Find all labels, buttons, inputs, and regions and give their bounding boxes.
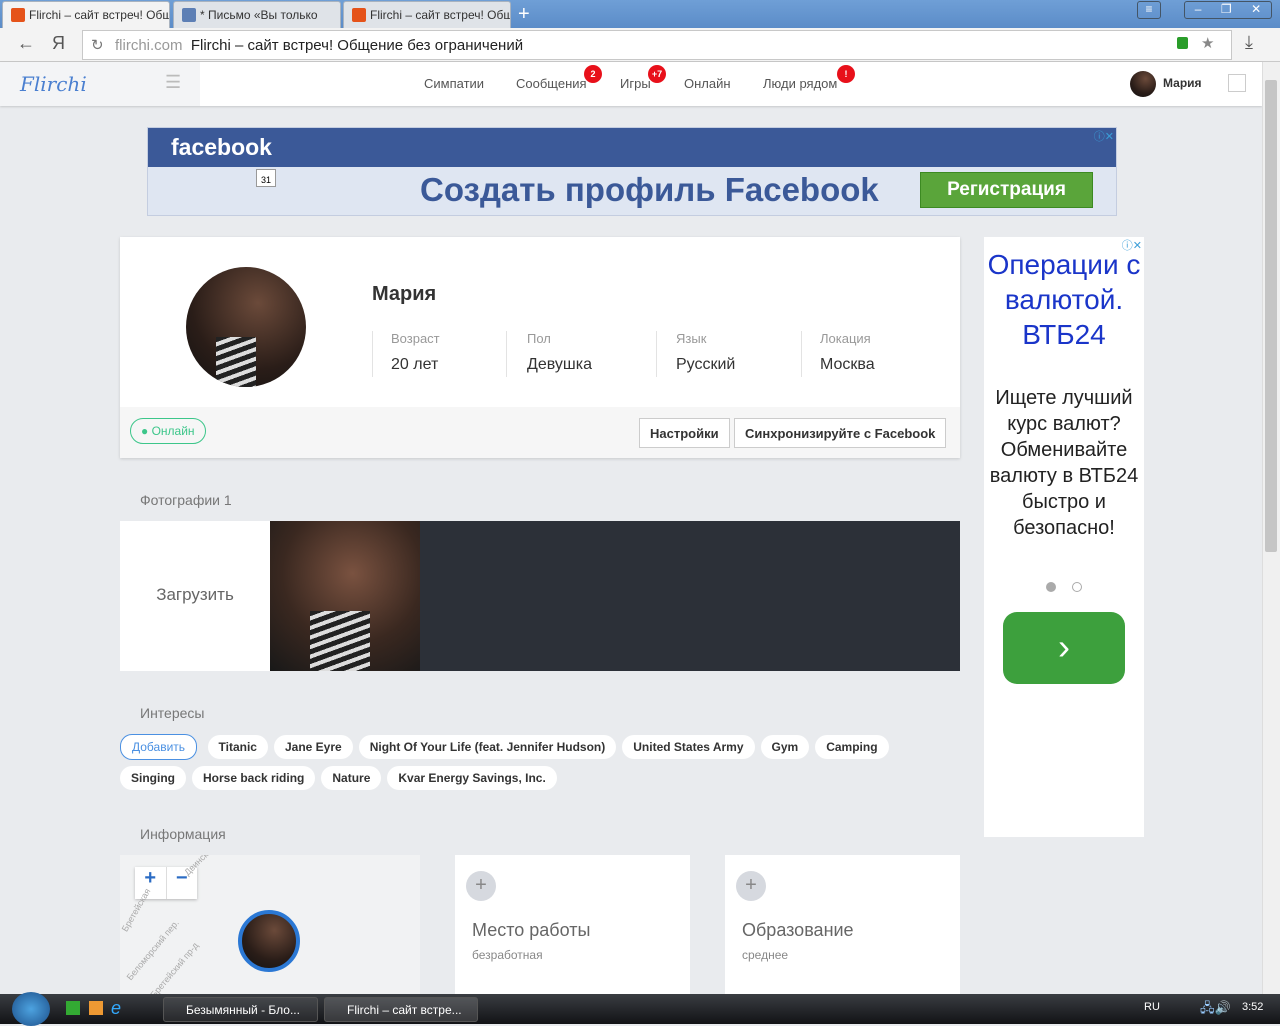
photos-title: Фотографии 1 bbox=[140, 492, 232, 508]
back-icon[interactable]: ← bbox=[17, 33, 35, 54]
nearby-badge: ! bbox=[837, 65, 855, 83]
interests-title: Интересы bbox=[140, 705, 205, 721]
clock: 3:52 bbox=[1242, 1001, 1264, 1013]
restore-icon[interactable]: ❐ bbox=[1221, 2, 1232, 18]
work-value: безработная bbox=[472, 948, 543, 962]
ad-next-arrow-button[interactable]: › bbox=[1003, 612, 1125, 684]
interest-chip[interactable]: Night Of Your Life (feat. Jennifer Hudso… bbox=[358, 735, 617, 759]
url-input[interactable]: ↻ flirchi.com Flirchi – сайт встреч! Общ… bbox=[82, 30, 1232, 60]
utorrent-icon[interactable] bbox=[66, 1001, 80, 1015]
carousel-dot[interactable] bbox=[1072, 582, 1082, 592]
nav-messages[interactable]: Сообщения bbox=[516, 76, 587, 91]
profile-fields: Возраст 20 лет Пол Девушка Язык Русский Лок… bbox=[372, 331, 941, 377]
tab-flirchi-2[interactable]: Flirchi – сайт встреч! Общение bbox=[343, 1, 511, 28]
upload-photo-button[interactable]: Загрузить bbox=[120, 521, 270, 671]
location-map[interactable]: + − Двинская Бретейская Беломорский пер.… bbox=[120, 855, 420, 994]
browser-tab-bar: Flirchi – сайт встреч! Общение * Письмо … bbox=[0, 0, 1280, 28]
calendar-icon: 31 bbox=[256, 169, 276, 187]
interest-chip[interactable]: Gym bbox=[760, 735, 810, 759]
games-badge: +7 bbox=[648, 65, 666, 83]
photo-thumbnail[interactable] bbox=[270, 521, 420, 671]
interest-chip[interactable]: Camping bbox=[815, 735, 889, 759]
lock-icon bbox=[1177, 37, 1188, 49]
facebook-logo: facebook bbox=[148, 128, 1116, 167]
site-header: Flirchi ☰ Симпатии Сообщения 2 Игры +7 О… bbox=[0, 62, 1262, 106]
field-language: Язык Русский bbox=[656, 331, 801, 377]
carousel-dot-active[interactable] bbox=[1046, 582, 1056, 592]
nav-online[interactable]: Онлайн bbox=[684, 76, 731, 91]
hamburger-menu-icon[interactable]: ☰ bbox=[165, 72, 181, 93]
interests-list: Добавить Titanic Jane Eyre Night Of Your L… bbox=[120, 734, 920, 796]
reload-icon[interactable]: ↻ bbox=[91, 36, 104, 54]
flirchi-favicon-icon bbox=[352, 8, 366, 22]
profile-name: Мария bbox=[372, 283, 437, 305]
mail-favicon-icon bbox=[182, 8, 196, 22]
browser-menu-icon[interactable]: ≡ bbox=[1137, 1, 1161, 19]
nav-nearby[interactable]: Люди рядом bbox=[763, 76, 837, 91]
minimize-icon[interactable]: – bbox=[1195, 2, 1202, 18]
nav-games[interactable]: Игры bbox=[620, 76, 651, 91]
new-tab-button[interactable]: + bbox=[518, 3, 530, 26]
interest-chip[interactable]: Nature bbox=[321, 766, 382, 790]
add-work-icon[interactable]: + bbox=[466, 871, 496, 901]
media-player-icon[interactable] bbox=[89, 1001, 103, 1015]
download-icon[interactable]: ⤓ bbox=[1245, 32, 1253, 53]
fullscreen-icon[interactable] bbox=[1228, 74, 1246, 92]
interest-chip[interactable]: Jane Eyre bbox=[273, 735, 353, 759]
online-status-badge: ● Онлайн bbox=[130, 418, 206, 444]
network-volume-icon[interactable]: 🖧🔊 bbox=[1200, 999, 1231, 1021]
flirchi-logo[interactable]: Flirchi bbox=[20, 72, 87, 96]
flirchi-favicon-icon bbox=[11, 8, 25, 22]
field-location: Локация Москва bbox=[801, 331, 941, 377]
education-title: Образование bbox=[742, 920, 854, 940]
user-name-link[interactable]: Мария bbox=[1163, 76, 1202, 90]
education-value: среднее bbox=[742, 948, 789, 962]
interest-chip[interactable]: Kvar Energy Savings, Inc. bbox=[387, 766, 557, 790]
field-age: Возраст 20 лет bbox=[372, 331, 506, 377]
yandex-icon[interactable]: Я bbox=[52, 33, 65, 54]
work-title: Место работы bbox=[472, 920, 591, 940]
user-avatar[interactable] bbox=[1130, 71, 1156, 97]
sync-facebook-button[interactable]: Синхронизируйте с Facebook bbox=[734, 418, 947, 448]
facebook-register-button[interactable]: Регистрация bbox=[920, 172, 1093, 208]
ie-icon[interactable]: e bbox=[111, 998, 121, 1019]
education-card[interactable]: + Образование среднее bbox=[725, 855, 960, 994]
info-title: Информация bbox=[140, 826, 226, 842]
ad-headline: Создать профиль Facebook bbox=[420, 171, 879, 208]
tab-mail[interactable]: * Письмо «Вы только bbox=[173, 1, 341, 28]
start-button[interactable] bbox=[12, 992, 50, 1026]
interest-chip[interactable]: Singing bbox=[120, 766, 186, 790]
nav-sympathies[interactable]: Симпатии bbox=[424, 76, 484, 91]
window-controls: – ❐ ✕ bbox=[1184, 1, 1272, 19]
profile-photo[interactable] bbox=[186, 267, 306, 387]
ad-body: Ищете лучший курс валют? Обменивайте вал… bbox=[989, 387, 1139, 539]
interest-chip[interactable]: Titanic bbox=[207, 735, 268, 759]
ad-info-close-icon[interactable]: ⓘ✕ bbox=[1094, 128, 1114, 144]
windows-taskbar: e Безымянный - Бло... Flirchi – сайт вст… bbox=[0, 992, 1280, 1026]
work-card[interactable]: + Место работы безработная bbox=[455, 855, 690, 994]
facebook-ad-banner[interactable]: facebook 31 Создать профиль Facebook Рег… bbox=[147, 127, 1117, 216]
interest-chip[interactable]: United States Army bbox=[622, 735, 755, 759]
messages-badge: 2 bbox=[584, 65, 602, 83]
street-label: Двинская bbox=[182, 855, 218, 878]
taskbar-notepad[interactable]: Безымянный - Бло... bbox=[163, 997, 318, 1022]
scrollbar-thumb[interactable] bbox=[1265, 80, 1277, 552]
add-interest-button[interactable]: Добавить bbox=[120, 734, 198, 760]
map-user-marker[interactable] bbox=[238, 910, 300, 972]
ad-title: Операции с валютой. ВТБ24 bbox=[987, 249, 1141, 350]
language-indicator[interactable]: RU bbox=[1144, 1001, 1160, 1013]
photos-strip: Загрузить bbox=[120, 521, 960, 671]
close-icon[interactable]: ✕ bbox=[1251, 2, 1261, 18]
field-gender: Пол Девушка bbox=[506, 331, 656, 377]
vtb-side-ad[interactable]: ⓘ✕ Операции с валютой. ВТБ24 Ищете лучши… bbox=[984, 237, 1144, 837]
tab-flirchi-active[interactable]: Flirchi – сайт встреч! Общение bbox=[2, 1, 170, 28]
bookmark-star-icon[interactable]: ★ bbox=[1201, 34, 1214, 52]
interest-chip[interactable]: Horse back riding bbox=[192, 766, 316, 790]
taskbar-browser[interactable]: Flirchi – сайт встре... bbox=[324, 997, 478, 1022]
add-education-icon[interactable]: + bbox=[736, 871, 766, 901]
settings-button[interactable]: Настройки bbox=[639, 418, 730, 448]
